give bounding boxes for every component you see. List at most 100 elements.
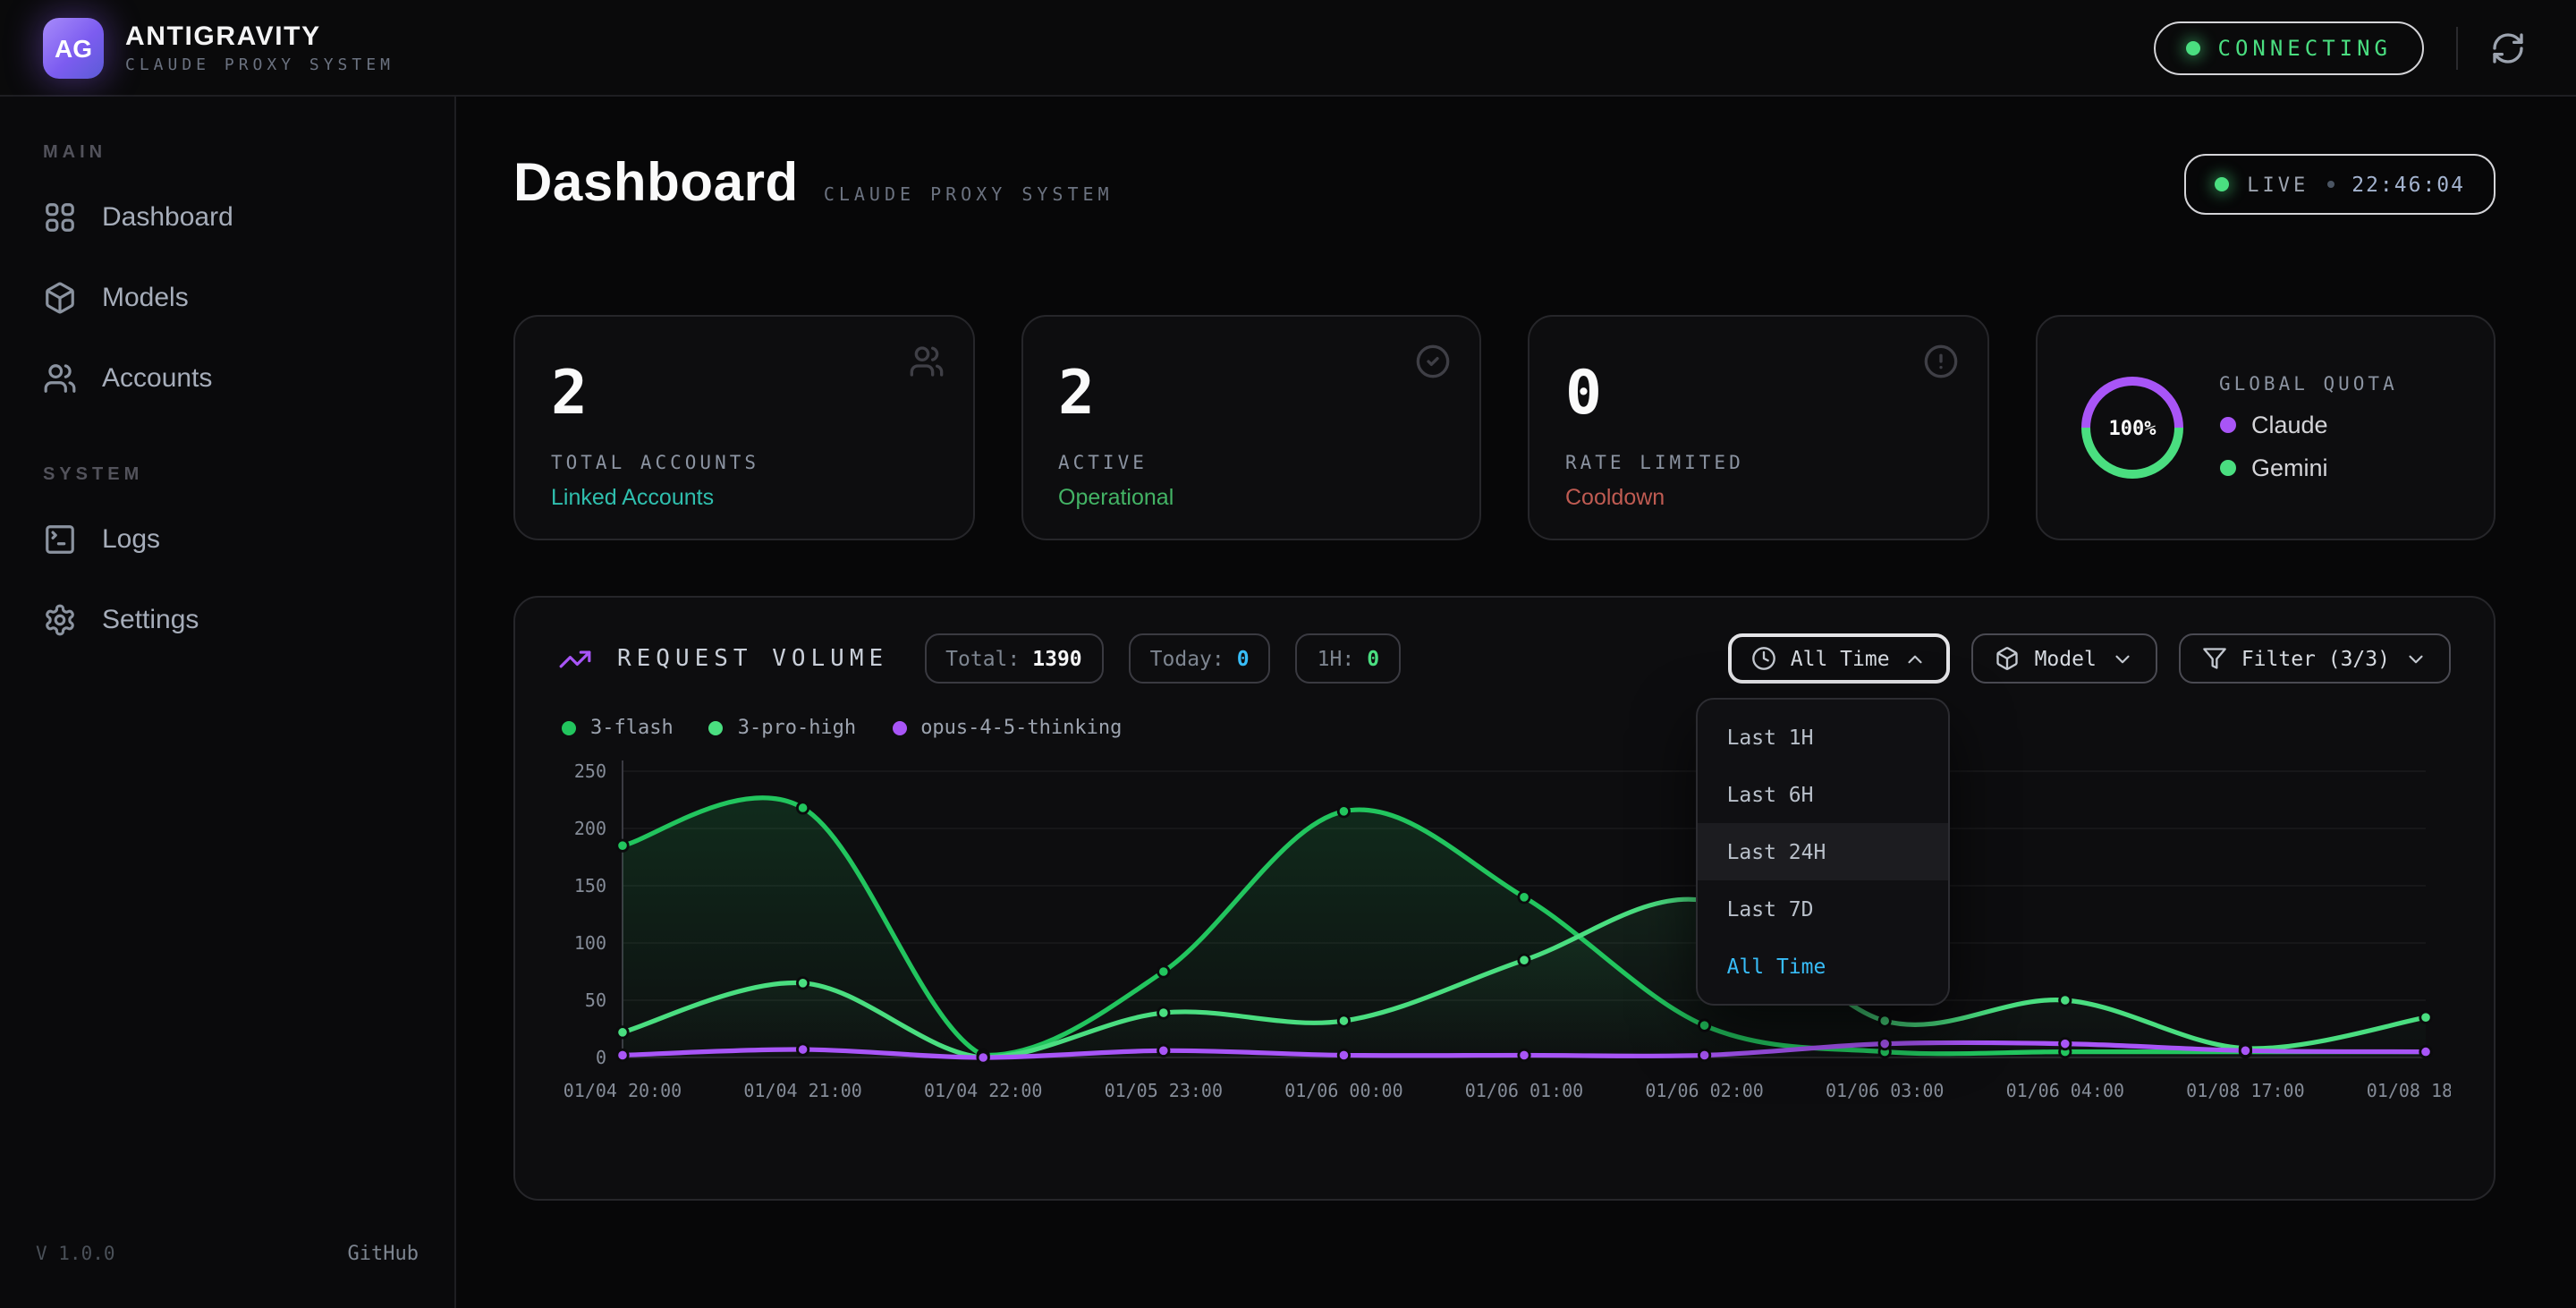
stat-value: 0 (1565, 363, 1951, 424)
rate-limited-card: 0 RATE LIMITED Cooldown (1528, 315, 1988, 540)
request-volume-card: REQUEST VOLUME Total: 1390 Today: 0 1H: … (513, 596, 2496, 1201)
users-icon (908, 344, 944, 379)
live-time: 22:46:04 (2351, 172, 2465, 197)
sidebar-item-label: Logs (102, 524, 160, 555)
stat-label: ACTIVE (1058, 453, 1444, 474)
users-icon (43, 361, 77, 395)
legend-dot-icon (892, 720, 906, 735)
refresh-icon (2490, 30, 2526, 65)
stats-row: 2 TOTAL ACCOUNTS Linked Accounts 2 ACTIV… (513, 315, 2496, 540)
page-title: Dashboard (513, 154, 799, 215)
chevron-up-icon (1904, 647, 1928, 670)
sidebar-item-settings[interactable]: Settings (0, 580, 454, 660)
svg-text:01/06 04:00: 01/06 04:00 (2006, 1080, 2124, 1101)
svg-text:200: 200 (574, 818, 606, 839)
main-content: Dashboard CLAUDE PROXY SYSTEM LIVE 22:46… (456, 97, 2576, 1308)
sidebar-item-accounts[interactable]: Accounts (0, 338, 454, 419)
svg-text:01/05 23:00: 01/05 23:00 (1105, 1080, 1223, 1101)
app-subtitle: CLAUDE PROXY SYSTEM (125, 56, 394, 74)
trending-up-icon (558, 641, 592, 675)
active-card: 2 ACTIVE Operational (1021, 315, 1481, 540)
svg-text:01/04 20:00: 01/04 20:00 (564, 1080, 682, 1101)
topbar-divider (2456, 26, 2458, 69)
stat-value: 2 (551, 363, 936, 424)
model-filter-button[interactable]: Model (1972, 633, 2157, 684)
legend-opus-4-5-thinking: opus-4-5-thinking (892, 716, 1122, 739)
dropdown-item-last-7d[interactable]: Last 7D (1699, 880, 1949, 938)
stat-sub: Cooldown (1565, 485, 1951, 510)
sidebar-item-label: Accounts (102, 363, 212, 394)
topbar: AG ANTIGRAVITY CLAUDE PROXY SYSTEM CONNE… (0, 0, 2576, 97)
app-version: V 1.0.0 (36, 1243, 115, 1264)
dropdown-item-all-time[interactable]: All Time (1699, 938, 1949, 995)
cube-icon (1996, 646, 2021, 671)
svg-text:100: 100 (574, 932, 606, 954)
legend-dot-icon (709, 720, 724, 735)
global-quota-card: 100% GLOBAL QUOTA Claude Gemini (2035, 315, 2496, 540)
legend-3-flash: 3-flash (562, 716, 674, 739)
app-title: ANTIGRAVITY (125, 21, 394, 51)
page-subtitle: CLAUDE PROXY SYSTEM (824, 186, 1114, 206)
clock-icon (1751, 646, 1776, 671)
svg-text:0: 0 (596, 1047, 606, 1068)
filter-button[interactable]: Filter (3/3) (2179, 633, 2451, 684)
live-dot-icon (2215, 177, 2229, 191)
app-logo: AG (43, 17, 104, 78)
svg-text:01/06 02:00: 01/06 02:00 (1645, 1080, 1763, 1101)
chevron-down-icon (2404, 647, 2428, 670)
sidebar-item-label: Models (102, 283, 189, 313)
stat-sub: Operational (1058, 485, 1444, 510)
svg-text:150: 150 (574, 875, 606, 896)
logo-text: AG (55, 33, 92, 62)
request-volume-chart: 05010015020025001/04 20:0001/04 21:0001/… (558, 750, 2451, 1122)
github-link[interactable]: GitHub (348, 1242, 419, 1265)
status-dot-icon (2186, 40, 2200, 55)
today-chip: Today: 0 (1129, 633, 1271, 684)
time-range-button[interactable]: All Time (1728, 633, 1951, 684)
sidebar: MAIN Dashboard Models (0, 97, 456, 1308)
live-status-badge: LIVE 22:46:04 (2184, 154, 2496, 215)
legend-dot-icon (562, 720, 576, 735)
svg-text:250: 250 (574, 760, 606, 782)
chevron-down-icon (2111, 647, 2134, 670)
sidebar-item-models[interactable]: Models (0, 258, 454, 338)
svg-text:01/08 17:00: 01/08 17:00 (2186, 1080, 2304, 1101)
funnel-icon (2202, 646, 2227, 671)
total-accounts-card: 2 TOTAL ACCOUNTS Linked Accounts (513, 315, 974, 540)
connection-status-badge: CONNECTING (2154, 21, 2425, 74)
dropdown-item-last-24h[interactable]: Last 24H (1699, 823, 1949, 880)
sidebar-section-main: MAIN (0, 143, 454, 163)
stat-sub: Linked Accounts (551, 485, 936, 510)
cube-icon (43, 281, 77, 315)
sidebar-item-logs[interactable]: Logs (0, 499, 454, 580)
quota-ring: 100% (2072, 369, 2190, 487)
check-circle-icon (1415, 344, 1451, 379)
brand: AG ANTIGRAVITY CLAUDE PROXY SYSTEM (43, 17, 394, 78)
svg-text:01/04 22:00: 01/04 22:00 (924, 1080, 1042, 1101)
quota-percent: 100% (2108, 418, 2157, 440)
quota-label: GLOBAL QUOTA (2219, 374, 2398, 395)
sidebar-item-label: Settings (102, 605, 199, 635)
stat-value: 2 (1058, 363, 1444, 424)
app-root: AG ANTIGRAVITY CLAUDE PROXY SYSTEM CONNE… (0, 0, 2576, 1308)
dropdown-item-last-1h[interactable]: Last 1H (1699, 709, 1949, 766)
alert-circle-icon (1922, 344, 1958, 379)
stat-label: RATE LIMITED (1565, 453, 1951, 474)
quota-provider-gemini: Gemini (2219, 454, 2398, 481)
sidebar-item-label: Dashboard (102, 202, 233, 233)
separator-dot-icon (2326, 181, 2334, 188)
one-hour-chip: 1H: 0 (1296, 633, 1401, 684)
page-header: Dashboard CLAUDE PROXY SYSTEM LIVE 22:46… (513, 154, 2496, 215)
total-chip: Total: 1390 (924, 633, 1104, 684)
gemini-dot-icon (2219, 460, 2235, 476)
time-range-dropdown: Last 1H Last 6H Last 24H Last 7D All Tim… (1697, 698, 1951, 1006)
refresh-button[interactable] (2490, 26, 2533, 69)
stat-label: TOTAL ACCOUNTS (551, 453, 936, 474)
sidebar-footer: V 1.0.0 GitHub (0, 1242, 454, 1308)
sidebar-item-dashboard[interactable]: Dashboard (0, 177, 454, 258)
svg-text:50: 50 (585, 989, 606, 1011)
brand-text: ANTIGRAVITY CLAUDE PROXY SYSTEM (125, 21, 394, 74)
topbar-right: CONNECTING (2154, 21, 2534, 74)
chart-title: REQUEST VOLUME (617, 645, 888, 672)
dropdown-item-last-6h[interactable]: Last 6H (1699, 766, 1949, 823)
